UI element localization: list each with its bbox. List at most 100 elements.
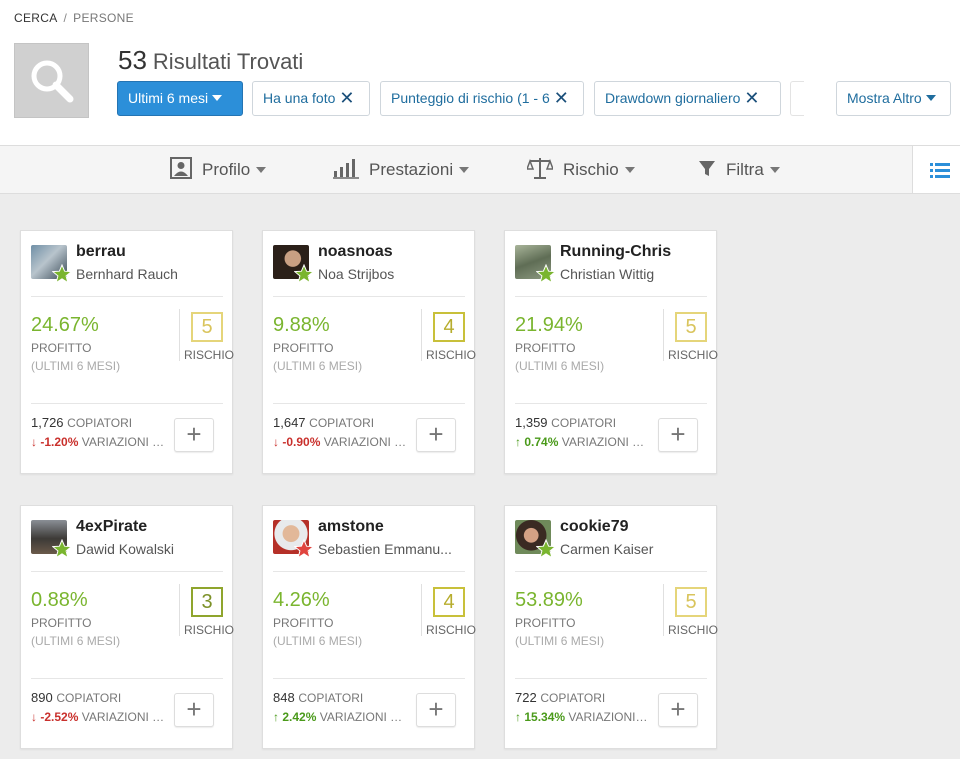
star-icon bbox=[294, 264, 314, 284]
divider bbox=[179, 584, 180, 636]
period-label: Ultimi 6 mesi bbox=[128, 90, 209, 106]
change-label: VARIAZIONI C... bbox=[81, 435, 166, 449]
copiers-change: ↑ 0.74% VARIAZIONI CO... bbox=[515, 435, 650, 449]
period-label: (ULTIMI 6 MESI) bbox=[515, 634, 605, 648]
divider bbox=[515, 403, 707, 404]
profit-label: PROFITTO bbox=[515, 616, 576, 630]
username[interactable]: Running-Chris bbox=[560, 243, 671, 261]
divider bbox=[663, 584, 664, 636]
risk-dropdown[interactable]: Rischio bbox=[525, 146, 635, 193]
divider bbox=[273, 678, 465, 679]
breadcrumb: CERCA / PERSONE bbox=[14, 11, 134, 25]
filter-dropdown[interactable]: Filtra bbox=[698, 146, 780, 193]
arrow-up-icon: ↑ bbox=[273, 710, 279, 724]
star-icon bbox=[536, 539, 556, 559]
copy-button[interactable]: + bbox=[658, 418, 698, 452]
divider bbox=[515, 678, 707, 679]
search-thumbnail bbox=[14, 43, 89, 118]
show-more-button[interactable]: Mostra Altro bbox=[836, 81, 951, 116]
list-view-button[interactable] bbox=[912, 146, 960, 193]
period-label: (ULTIMI 6 MESI) bbox=[31, 359, 121, 373]
divider bbox=[515, 571, 707, 572]
filter-chip-drawdown[interactable]: Drawdown giornaliero ✕ bbox=[594, 81, 781, 116]
breadcrumb-separator: / bbox=[63, 11, 68, 25]
arrow-down-icon: ↓ bbox=[31, 435, 37, 449]
username[interactable]: cookie79 bbox=[560, 518, 628, 536]
copy-button[interactable]: + bbox=[174, 693, 214, 727]
risk-label: RISCHIO bbox=[668, 348, 719, 362]
profile-label: Profilo bbox=[202, 160, 251, 179]
performance-dropdown[interactable]: Prestazioni bbox=[333, 146, 470, 193]
scale-icon bbox=[525, 158, 555, 179]
copiers-value: 1,726 bbox=[31, 415, 64, 430]
profit-label: PROFITTO bbox=[515, 341, 576, 355]
plus-icon: + bbox=[428, 694, 444, 724]
username[interactable]: 4exPirate bbox=[76, 518, 147, 536]
profit-label: PROFITTO bbox=[31, 616, 92, 630]
copiers-label: COPIATORI bbox=[56, 691, 122, 705]
change-label: VARIAZIONI C... bbox=[81, 710, 166, 724]
divider bbox=[663, 309, 664, 361]
profit-value: 24.67% bbox=[31, 314, 99, 336]
close-icon[interactable]: ✕ bbox=[744, 82, 759, 115]
filter-chip-risk[interactable]: Punteggio di rischio (1 - 6 ✕ bbox=[380, 81, 584, 116]
full-name: Sebastien Emmanu... bbox=[318, 541, 452, 557]
change-label: VARIAZIONI CO... bbox=[319, 710, 408, 724]
username[interactable]: amstone bbox=[318, 518, 384, 536]
risk-label: RISCHIO bbox=[426, 623, 477, 637]
list-icon bbox=[930, 163, 950, 178]
copiers-change: ↓ -1.20% VARIAZIONI C... bbox=[31, 435, 166, 449]
copy-button[interactable]: + bbox=[174, 418, 214, 452]
trader-card[interactable]: Running-Chris Christian Wittig 21.94% PR… bbox=[504, 230, 719, 474]
period-dropdown[interactable]: Ultimi 6 mesi bbox=[117, 81, 243, 116]
copy-button[interactable]: + bbox=[658, 693, 698, 727]
full-name: Dawid Kowalski bbox=[76, 541, 175, 557]
close-icon[interactable]: ✕ bbox=[554, 82, 569, 115]
divider bbox=[31, 571, 223, 572]
change-value: -0.90% bbox=[282, 435, 321, 449]
breadcrumb-root[interactable]: CERCA bbox=[14, 11, 58, 25]
chevron-down-icon bbox=[624, 167, 635, 173]
copiers-label: COPIATORI bbox=[298, 691, 364, 705]
copy-button[interactable]: + bbox=[416, 418, 456, 452]
copiers-label: COPIATORI bbox=[551, 416, 617, 430]
trader-card[interactable]: 4exPirate Dawid Kowalski 0.88% PROFITTO … bbox=[20, 505, 234, 749]
bar-chart-icon bbox=[333, 159, 359, 179]
close-icon[interactable]: ✕ bbox=[339, 82, 354, 115]
plus-icon: + bbox=[186, 694, 202, 724]
copiers-count: 722 COPIATORI bbox=[515, 690, 605, 705]
trader-card[interactable]: cookie79 Carmen Kaiser 53.89% PROFITTO (… bbox=[504, 505, 719, 749]
copy-button[interactable]: + bbox=[416, 693, 456, 727]
chevron-down-icon bbox=[769, 167, 780, 173]
results-count: 53 bbox=[118, 45, 147, 75]
copiers-value: 1,359 bbox=[515, 415, 548, 430]
risk-label: RISCHIO bbox=[184, 348, 235, 362]
star-icon bbox=[52, 539, 72, 559]
change-value: 2.42% bbox=[282, 710, 317, 724]
username[interactable]: berrau bbox=[76, 243, 126, 261]
profile-dropdown[interactable]: Profilo bbox=[170, 146, 267, 193]
trader-card[interactable]: berrau Bernhard Rauch 24.67% PROFITTO (U… bbox=[20, 230, 235, 474]
copiers-change: ↓ -2.52% VARIAZIONI C... bbox=[31, 710, 166, 724]
star-icon bbox=[536, 264, 556, 284]
view-toolbar: Profilo Prestazioni Rischio Filtra bbox=[0, 145, 960, 194]
username[interactable]: noasnoas bbox=[318, 243, 393, 261]
copiers-count: 1,647 COPIATORI bbox=[273, 415, 374, 430]
change-label: VARIAZIONI C... bbox=[323, 435, 408, 449]
full-name: Noa Strijbos bbox=[318, 266, 395, 282]
trader-card[interactable]: amstone Sebastien Emmanu... 4.26% PROFIT… bbox=[262, 505, 477, 749]
profile-icon bbox=[170, 157, 192, 179]
risk-label: RISCHIO bbox=[668, 623, 719, 637]
profit-value: 0.88% bbox=[31, 589, 88, 611]
copiers-value: 722 bbox=[515, 690, 537, 705]
filter-chip-photo[interactable]: Ha una foto ✕ bbox=[252, 81, 370, 116]
full-name: Bernhard Rauch bbox=[76, 266, 178, 282]
filter-chip-label: Drawdown giornaliero bbox=[605, 90, 741, 106]
copiers-change: ↓ -0.90% VARIAZIONI C... bbox=[273, 435, 408, 449]
trader-card[interactable]: noasnoas Noa Strijbos 9.88% PROFITTO (UL… bbox=[262, 230, 476, 474]
arrow-down-icon: ↓ bbox=[31, 710, 37, 724]
divider bbox=[421, 309, 422, 361]
divider bbox=[273, 296, 465, 297]
risk-score: 5 bbox=[675, 312, 707, 342]
divider bbox=[31, 403, 223, 404]
